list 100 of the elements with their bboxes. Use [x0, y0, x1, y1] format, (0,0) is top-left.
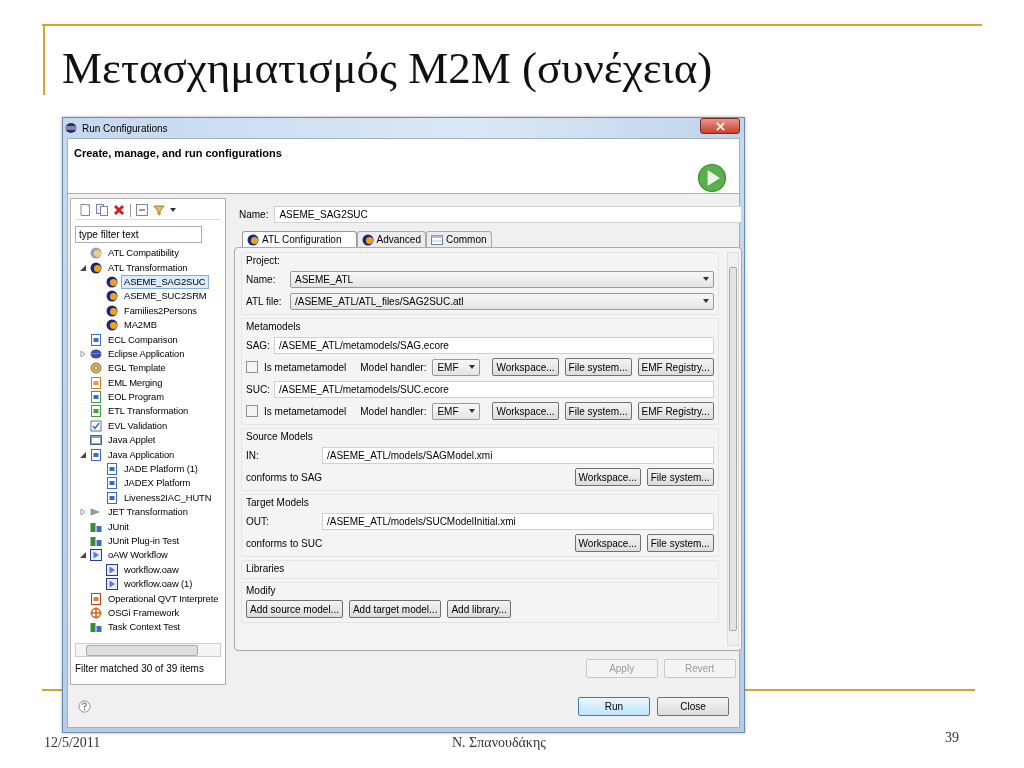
tree-item[interactable]: MA2MB [121, 318, 160, 333]
tree-item[interactable]: Eclipse Application [105, 346, 188, 361]
document-icon [106, 491, 118, 504]
tree-item[interactable]: Java Applet [105, 433, 159, 448]
checkbox[interactable] [246, 405, 258, 417]
expander-icon[interactable] [79, 551, 87, 560]
name-field[interactable]: ASEME_SAG2SUC [274, 206, 742, 223]
browse-button[interactable]: File system... [564, 402, 632, 420]
moon-icon [247, 233, 259, 246]
browse-button[interactable]: File system... [646, 468, 714, 486]
checkbox[interactable] [246, 361, 258, 373]
tree-item[interactable]: ATL Compatibility [105, 246, 182, 261]
browse-button[interactable]: Workspace... [574, 468, 641, 486]
tree-item[interactable]: JUnit [105, 519, 132, 534]
tab[interactable]: Common [426, 231, 492, 247]
tab[interactable]: ATL Configuration [242, 231, 357, 247]
add-button[interactable]: Add target model... [348, 600, 442, 618]
handler-dropdown[interactable]: EMF [432, 402, 481, 420]
filter-icon[interactable] [153, 204, 165, 216]
document-icon [90, 592, 102, 605]
crosshair-icon [90, 606, 102, 619]
path-field[interactable]: /ASEME_ATL/metamodels/SUC.ecore [274, 380, 714, 398]
expander-icon[interactable] [79, 450, 87, 459]
tree-item[interactable]: workflow.oaw (1) [121, 577, 196, 592]
play-icon [106, 563, 118, 576]
dialog-button[interactable]: Run [578, 696, 650, 716]
add-button[interactable]: Add library... [447, 600, 511, 618]
header-text: Create, manage, and run configurations [74, 147, 282, 161]
dialog-button[interactable]: Close [657, 696, 729, 716]
document-icon [90, 333, 102, 346]
delete-icon[interactable] [113, 204, 125, 216]
group-title: Source Models [246, 431, 313, 442]
tree-item[interactable]: ASEME_SAG2SUC [121, 274, 209, 289]
slide-title: Μετασχηματισμός M2M (συνέχεια) [62, 42, 713, 95]
tree-item[interactable]: JET Transformation [105, 505, 191, 520]
tab[interactable]: Advanced [356, 231, 426, 247]
tree-item[interactable]: EOL Program [105, 390, 167, 405]
browse-button[interactable]: Workspace... [492, 402, 559, 420]
tree-item[interactable]: OSGi Framework [105, 605, 182, 620]
tree-item[interactable]: JUnit Plug-in Test [105, 534, 182, 548]
collapse-icon[interactable] [136, 204, 148, 216]
browse-button[interactable]: File system... [646, 534, 714, 552]
model-path-field[interactable]: /ASEME_ATL/models/SUCModelInitial.xmi [322, 512, 714, 530]
field-label: Model handler: [360, 361, 427, 373]
group-title: Metamodels [246, 321, 301, 332]
browse-button[interactable]: File system... [564, 358, 632, 376]
close-icon [715, 121, 725, 131]
conforms-label: conforms to SUC [246, 537, 323, 549]
expander-icon[interactable] [79, 263, 87, 272]
moon-icon [361, 233, 374, 246]
vertical-scrollbar[interactable] [726, 252, 739, 646]
horizontal-scrollbar[interactable] [75, 643, 221, 657]
gear-icon [90, 362, 102, 375]
field-label: OUT: [246, 515, 270, 527]
tree-item[interactable]: Liveness2IAC_HUTN [121, 490, 215, 505]
tree-item[interactable]: JADE Platform (1) [121, 462, 201, 477]
footer-author: Ν. Σπανουδάκης [452, 735, 546, 751]
close-button[interactable] [700, 118, 740, 134]
field-label: ATL file: [246, 295, 283, 307]
model-path-field[interactable]: /ASEME_ATL/models/SAGModel.xmi [322, 446, 714, 464]
caret-icon [469, 365, 476, 369]
filter-field[interactable]: type filter text [75, 226, 202, 243]
sphere-icon [65, 122, 77, 134]
play-icon [106, 578, 118, 591]
project-dropdown[interactable]: ASEME_ATL [290, 270, 714, 288]
caret-icon[interactable] [170, 208, 176, 212]
copy-icon[interactable] [96, 204, 108, 216]
group-title: Project: [246, 255, 280, 266]
tree-item[interactable]: Task Context Test [105, 620, 184, 635]
project-dropdown[interactable]: /ASEME_ATL/ATL_files/SAG2SUC.atl [290, 292, 714, 310]
add-button[interactable]: Add source model... [246, 600, 343, 618]
tree-item[interactable]: ASEME_SUC2SRM [121, 289, 210, 304]
document-icon [106, 463, 118, 476]
browse-button[interactable]: EMF Registry... [637, 402, 714, 420]
path-field[interactable]: /ASEME_ATL/metamodels/SAG.ecore [274, 336, 714, 354]
test-icon [90, 621, 102, 634]
new-file-icon[interactable] [79, 204, 91, 216]
tree-item[interactable]: EVL Validation [105, 418, 171, 433]
document-icon [106, 477, 118, 490]
tree-item[interactable]: workflow.oaw [121, 562, 182, 577]
tree-item[interactable]: EGL Template [105, 361, 169, 376]
test-icon [90, 520, 102, 533]
page-number: 39 [945, 730, 959, 746]
browse-button[interactable]: EMF Registry... [637, 358, 714, 376]
tree-item[interactable]: Families2Persons [121, 303, 200, 318]
browse-button[interactable]: Workspace... [574, 534, 641, 552]
tree-item[interactable]: ECL Comparison [105, 332, 181, 347]
tree-item[interactable]: oAW Workflow [105, 548, 171, 563]
handler-dropdown[interactable]: EMF [432, 358, 481, 376]
tree-item[interactable]: EML Merging [105, 375, 166, 390]
tree-item[interactable]: ATL Transformation [105, 260, 191, 275]
browse-button[interactable]: Workspace... [492, 358, 559, 376]
tree-item[interactable]: Java Application [105, 447, 178, 462]
caret-icon [469, 409, 476, 413]
document-icon [90, 376, 102, 389]
help-icon[interactable] [78, 699, 91, 713]
tree-item[interactable]: ETL Transformation [105, 404, 192, 419]
tree-item[interactable]: JADEX Platform [121, 476, 194, 491]
checkbox-label: Is metametamodel [264, 361, 347, 373]
tree-item[interactable]: Operational QVT Interprete [105, 591, 221, 606]
